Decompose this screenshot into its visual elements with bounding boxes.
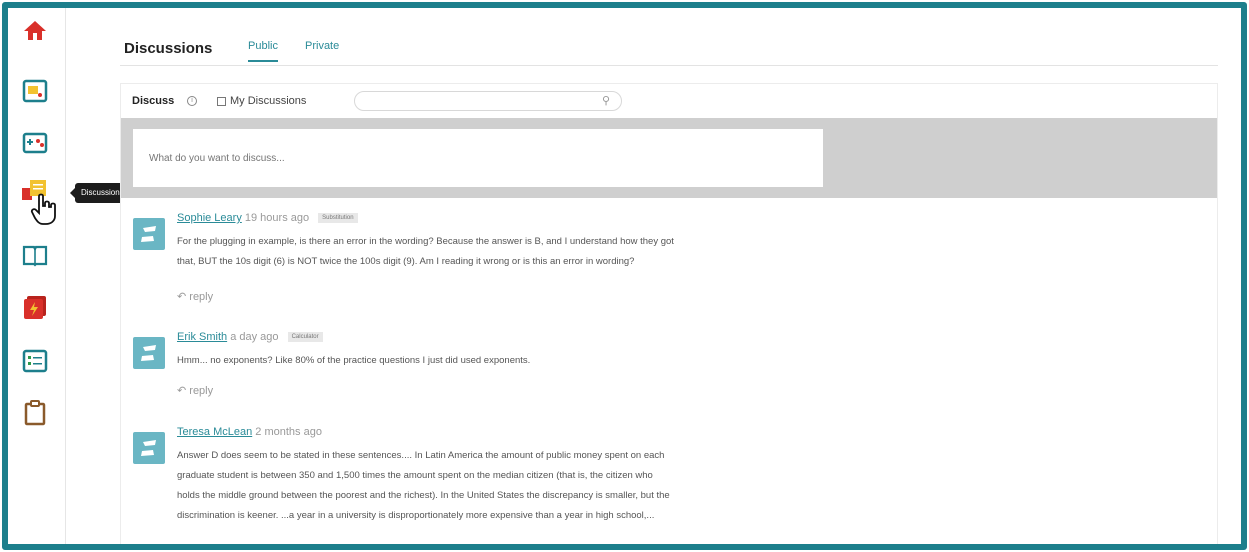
reply-label: reply (189, 385, 214, 397)
post-meta: Teresa McLean 2 months ago (177, 426, 322, 438)
post-meta: Sophie Leary 19 hours ago Substitution (177, 212, 358, 224)
discussion-compose-input[interactable] (133, 129, 823, 187)
my-discussions-label[interactable]: My Discussions (230, 95, 306, 107)
page-title: Discussions (124, 40, 213, 57)
post-body-line: that, BUT the 10s digit (6) is NOT twice… (177, 256, 635, 267)
post-time: 19 hours ago (244, 212, 310, 224)
notes-icon[interactable] (22, 78, 48, 104)
post-body-line: discrimination is keener. ...a year in a… (177, 510, 655, 521)
post-tag: Calculator (287, 332, 323, 343)
flashcards-icon[interactable] (22, 294, 48, 320)
post-time: 2 months ago (255, 426, 322, 438)
post-body: For the plugging in example, is there an… (177, 232, 837, 272)
reply-icon: ↶ (177, 291, 187, 303)
home-icon[interactable] (22, 18, 48, 44)
search-icon[interactable]: ⚲ (602, 94, 610, 107)
post-body-line: Hmm... no exponents? Like 80% of the pra… (177, 355, 531, 366)
practice-icon[interactable] (22, 130, 48, 156)
checklist-icon[interactable] (22, 348, 48, 374)
post-author-link[interactable]: Erik Smith (177, 331, 227, 343)
avatar (133, 218, 165, 250)
compose-area (121, 118, 1217, 198)
search-input[interactable] (354, 91, 622, 111)
reply-label: reply (189, 291, 214, 303)
post-author-link[interactable]: Teresa McLean (177, 426, 252, 438)
clipboard-icon[interactable] (22, 400, 48, 426)
discuss-toolbar: Discuss i My Discussions ⚲ (121, 84, 1217, 118)
avatar (133, 337, 165, 369)
main-content: Discussions Public Private Discuss i My … (120, 8, 1218, 544)
discussion-panel: Discuss i My Discussions ⚲ Sophie Leary … (120, 83, 1218, 544)
post-body-line: Answer D does seem to be stated in these… (177, 450, 665, 461)
tab-private[interactable]: Private (305, 40, 339, 52)
book-icon[interactable] (22, 242, 48, 268)
post-tag: Substitution (318, 213, 358, 224)
post-body-line: For the plugging in example, is there an… (177, 236, 674, 247)
sidebar (8, 8, 66, 544)
app-frame: Discussions Discussions Public Private D… (2, 2, 1247, 550)
discuss-label: Discuss (132, 95, 175, 107)
tab-public[interactable]: Public (248, 40, 278, 62)
info-icon[interactable]: i (187, 96, 197, 106)
post-body-line: holds the middle ground between the poor… (177, 490, 670, 501)
reply-link[interactable]: ↶ reply (177, 384, 213, 397)
post-author-link[interactable]: Sophie Leary (177, 212, 242, 224)
reply-link[interactable]: ↶ reply (177, 290, 213, 303)
reply-icon: ↶ (177, 385, 187, 397)
post-body: Answer D does seem to be stated in these… (177, 446, 837, 526)
page-header: Discussions Public Private (120, 34, 1218, 66)
post-meta: Erik Smith a day ago Calculator (177, 331, 323, 343)
post-body-line: graduate student is between 350 and 1,50… (177, 470, 653, 481)
avatar (133, 432, 165, 464)
post-body: Hmm... no exponents? Like 80% of the pra… (177, 351, 837, 371)
hand-cursor-icon (30, 192, 60, 226)
my-discussions-checkbox[interactable] (217, 97, 226, 106)
post-time: a day ago (230, 331, 279, 343)
